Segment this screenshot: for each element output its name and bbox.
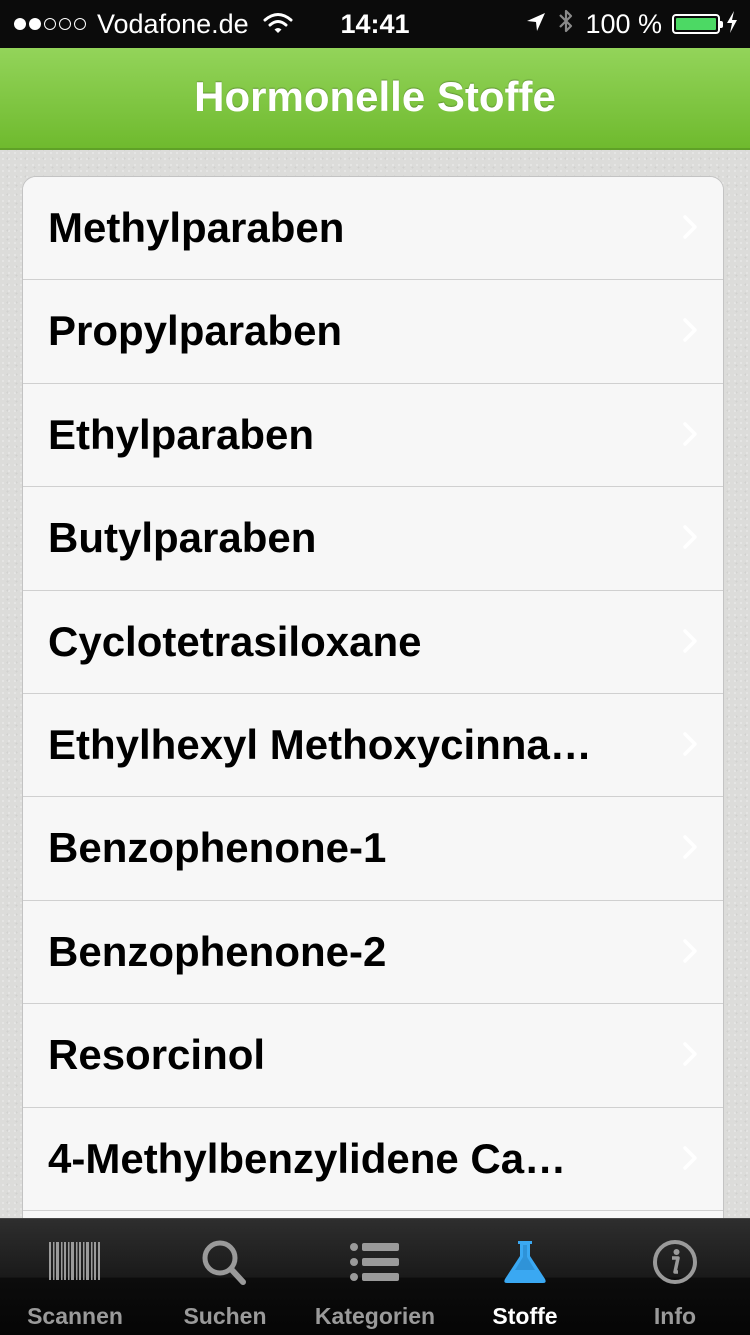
bluetooth-icon [557,7,575,42]
list-item[interactable]: Butylparaben [23,487,723,591]
navigation-bar: Hormonelle Stoffe [0,48,750,150]
tab-label: Scannen [27,1303,123,1329]
list-item[interactable]: Ethylparaben [23,383,723,488]
chevron-right-icon [683,1042,697,1066]
list-item[interactable]: Methylparaben [23,177,723,281]
location-arrow-icon [525,9,547,40]
chevron-right-icon [683,732,697,756]
content-area[interactable]: Methylparaben Propylparaben Ethylparaben… [0,150,750,1218]
list-item[interactable]: 4-Methylbenzylidene Ca… [23,1107,723,1211]
list-item-label: Resorcinol [48,1031,266,1079]
chevron-right-icon [683,318,697,343]
page-title: Hormonelle Stoffe [194,73,556,120]
list-item-label: Cyclotetrasiloxane [48,617,422,665]
tab-bar: Scannen Suchen Kategorien Stoffe Info [0,1218,750,1335]
status-bar: Vodafone.de 14:41 100 % [0,0,750,48]
status-right: 100 % [515,8,738,40]
battery-icon [672,14,723,34]
list-item-label: Benzophenone-2 [48,927,387,975]
list-item[interactable]: Benzophenone-2 [23,900,723,1005]
tab-scannen[interactable]: Scannen [0,1219,150,1335]
tab-stoffe[interactable]: Stoffe [450,1219,600,1335]
tab-label: Stoffe [492,1303,558,1329]
list-item-label: Butylparaben [48,514,317,562]
info-icon [653,1240,697,1284]
chevron-right-icon [683,525,697,549]
chevron-right-icon [683,215,697,239]
tab-label: Info [653,1303,697,1329]
flask-icon [504,1241,546,1283]
list-item[interactable]: Benzophenone-1 [23,797,723,901]
list-item-label: Benzophenone-1 [48,824,387,872]
list-item[interactable]: Ethylhexyl Methoxycinna… [23,693,723,798]
list-item-label-empty [48,1211,643,1218]
search-icon [202,1240,246,1285]
list-item-label: Ethylparaben [48,410,315,458]
tab-label: Kategorien [314,1303,436,1329]
tab-suchen[interactable]: Suchen [150,1219,300,1335]
list-item[interactable]: Cyclotetrasiloxane [23,590,723,694]
battery-percentage: 100 % [585,8,662,39]
list-item[interactable]: Propylparaben [23,280,723,384]
tab-label: Suchen [183,1303,267,1329]
tab-info[interactable]: Info [600,1219,750,1335]
tab-kategorien[interactable]: Kategorien [300,1219,450,1335]
battery-fill [676,18,716,30]
chevron-right-icon [683,422,697,446]
chevron-right-icon [683,628,697,653]
list-item[interactable] [23,1210,723,1218]
substance-list: Methylparaben Propylparaben Ethylparaben… [22,176,724,1218]
barcode-icon [49,1242,100,1280]
list-item-label: Propylparaben [48,307,343,355]
list-item-label: Methylparaben [48,204,345,251]
list-icon [350,1243,399,1281]
list-item-label: 4-Methylbenzylidene Ca… [48,1134,567,1182]
list-item[interactable]: Resorcinol [23,1004,723,1108]
charging-icon [726,9,738,40]
list-item-label: Ethylhexyl Methoxycinna… [48,720,592,768]
chevron-right-icon [683,835,697,860]
chevron-right-icon [683,938,697,963]
chevron-right-icon [683,1145,697,1170]
